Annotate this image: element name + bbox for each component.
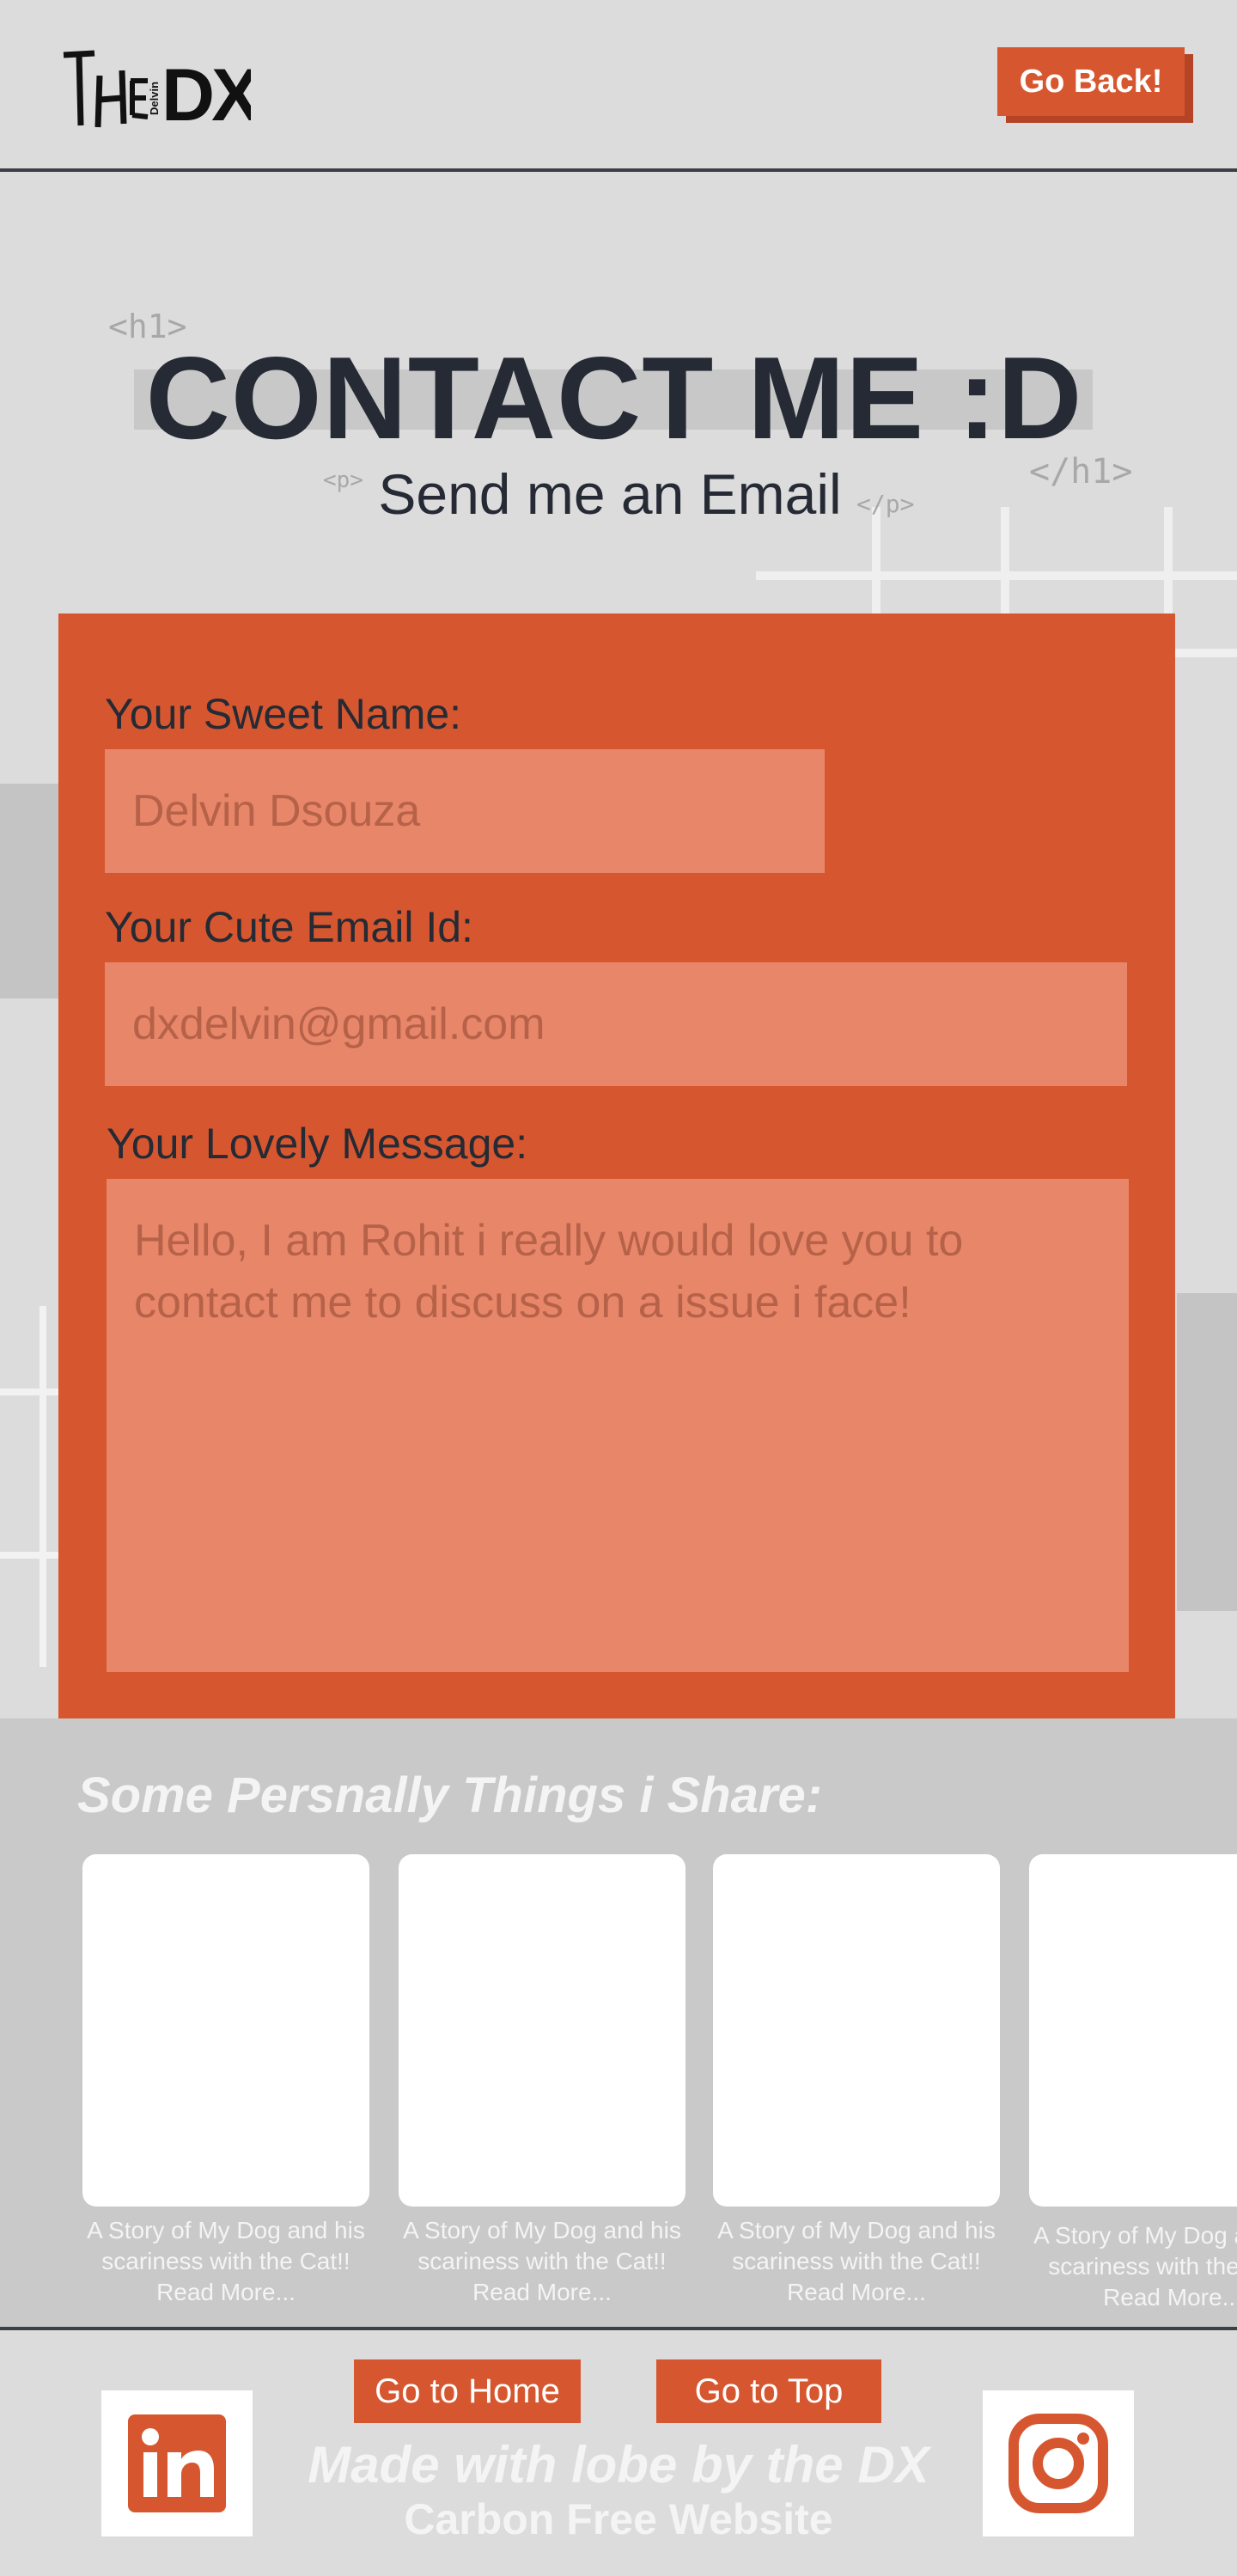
story-caption[interactable]: A Story of My Dog and his scariness with… xyxy=(1029,2220,1237,2313)
story-caption[interactable]: A Story of My Dog and his scariness with… xyxy=(713,2215,1000,2308)
linkedin-icon xyxy=(128,2414,226,2512)
go-home-button[interactable]: Go to Home xyxy=(354,2359,581,2423)
message-label: Your Lovely Message: xyxy=(107,1120,528,1168)
code-tag-h1-close: </h1> xyxy=(1029,452,1133,491)
logo-delvin-text: Delvin xyxy=(148,82,161,115)
name-label: Your Sweet Name: xyxy=(105,690,462,738)
carbon-free-text: Carbon Free Website xyxy=(404,2495,833,2543)
personal-stories-section: Some Persnally Things i Share: A Story o… xyxy=(0,1718,1237,2330)
logo-graphic: Delvin DX xyxy=(63,50,264,137)
story-caption[interactable]: A Story of My Dog and his scariness with… xyxy=(82,2215,369,2308)
site-header: Delvin DX Go Back! xyxy=(0,0,1237,172)
contact-form: Your Sweet Name: Your Cute Email Id: You… xyxy=(58,613,1175,1718)
story-card[interactable] xyxy=(713,1854,1000,2207)
page-title: CONTACT ME :D xyxy=(145,333,1083,463)
linkedin-link[interactable] xyxy=(101,2390,253,2536)
story-caption[interactable]: A Story of My Dog and his scariness with… xyxy=(399,2215,686,2308)
story-card[interactable] xyxy=(1029,1854,1237,2207)
site-logo[interactable]: Delvin DX xyxy=(62,46,264,137)
story-card[interactable] xyxy=(399,1854,686,2207)
page-subtitle: Send me an Email xyxy=(378,462,842,526)
email-input[interactable] xyxy=(105,962,1127,1086)
story-card[interactable] xyxy=(82,1854,369,2207)
made-with-text: Made with lobe by the DX xyxy=(308,2436,929,2494)
instagram-icon xyxy=(1008,2414,1108,2513)
code-tag-p-close: </p> xyxy=(856,490,915,518)
email-label: Your Cute Email Id: xyxy=(105,903,473,951)
name-input[interactable] xyxy=(105,749,825,873)
go-top-button[interactable]: Go to Top xyxy=(656,2359,881,2423)
site-footer: Go to Home Go to Top Made with lobe by t… xyxy=(0,2334,1237,2576)
decorative-block-right xyxy=(1177,1293,1237,1611)
go-back-button[interactable]: Go Back! xyxy=(997,47,1185,116)
decorative-block-left xyxy=(0,784,58,998)
section-title: Some Persnally Things i Share: xyxy=(77,1767,823,1823)
logo-dx-text: DX xyxy=(161,54,251,132)
message-textarea[interactable] xyxy=(107,1179,1129,1672)
instagram-link[interactable] xyxy=(983,2390,1134,2536)
